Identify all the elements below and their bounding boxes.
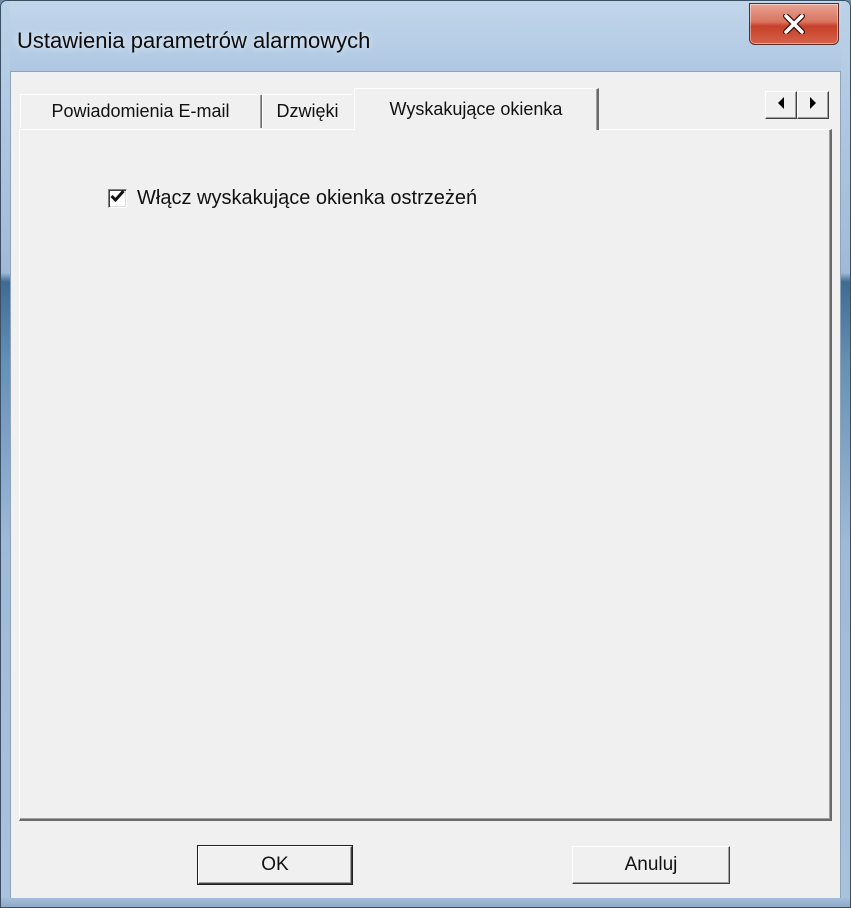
window-frame-bottom [1,898,850,907]
tab-scroll-right-button[interactable] [797,91,829,119]
enable-popups-option[interactable]: Włącz wyskakujące okienka ostrzeżeń [108,187,477,210]
arrow-right-icon [808,96,818,114]
window-frame-left [1,1,10,907]
enable-popups-checkbox[interactable] [108,189,127,208]
tab-sounds[interactable]: Dzwięki [262,94,352,128]
ok-button[interactable]: OK [197,845,353,885]
dialog-client-area: Powiadomienia E-mail Dzwięki Wyskakujące… [10,71,841,900]
cancel-button[interactable]: Anuluj [572,846,730,884]
window-frame-right [841,1,850,907]
tab-scroll-arrows [765,91,829,119]
tab-panel-popup-windows [19,129,832,821]
tab-popup-windows[interactable]: Wyskakujące okienka [354,88,599,130]
tab-label: Wyskakujące okienka [389,99,563,119]
title-bar[interactable]: Ustawienia parametrów alarmowych [1,1,850,65]
enable-popups-label: Włącz wyskakujące okienka ostrzeżeń [137,187,478,209]
window-title: Ustawienia parametrów alarmowych [17,28,371,53]
checkmark-icon [110,189,125,208]
tab-label: Powiadomienia E-mail [51,101,230,121]
tab-label: Dzwięki [276,101,339,121]
tab-scroll-left-button[interactable] [765,91,797,119]
dialog-window: Ustawienia parametrów alarmowych Powiado… [0,0,851,908]
arrow-left-icon [776,96,786,114]
close-button[interactable] [749,3,839,45]
tab-email-notifications[interactable]: Powiadomienia E-mail [20,94,262,128]
close-icon [783,14,805,34]
